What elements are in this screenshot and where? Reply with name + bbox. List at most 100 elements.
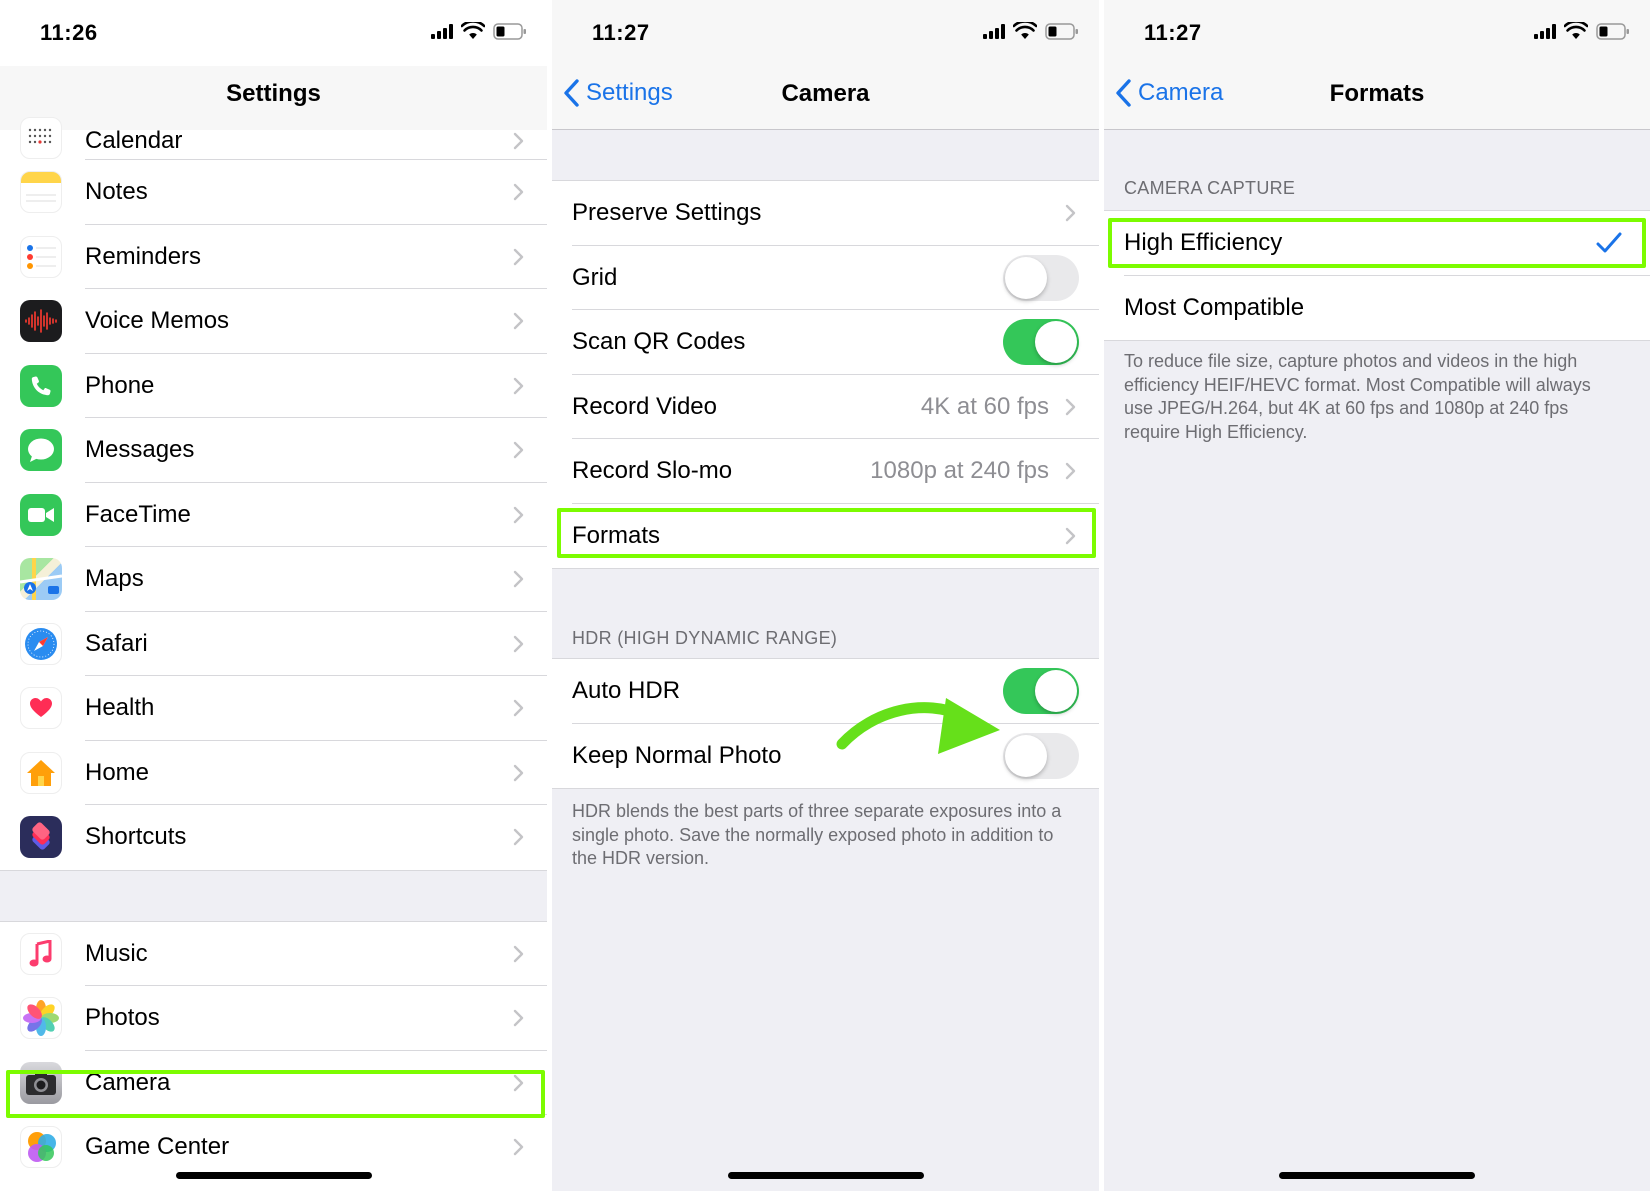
- camera-navbar: Settings Camera: [552, 66, 1099, 130]
- status-bar: 11:26: [0, 0, 547, 70]
- settings-item-phone[interactable]: Phone: [0, 354, 547, 418]
- settings-item-safari[interactable]: Safari: [0, 612, 547, 676]
- most-compatible-option[interactable]: Most Compatible: [1104, 276, 1650, 341]
- chevron-right-icon: [513, 1139, 524, 1156]
- health-icon: [20, 687, 62, 730]
- chevron-right-icon: [513, 829, 524, 846]
- page-title: Camera: [781, 80, 870, 107]
- preserve-settings-row[interactable]: Preserve Settings: [552, 181, 1099, 246]
- settings-item-home[interactable]: Home: [0, 741, 547, 805]
- hdr-group: Auto HDR Keep Normal Photo: [552, 658, 1099, 789]
- status-time: 11:27: [592, 20, 650, 45]
- chevron-right-icon: [1065, 398, 1076, 415]
- chevron-right-icon: [513, 700, 524, 717]
- settings-item-voice-memos[interactable]: Voice Memos: [0, 289, 547, 354]
- settings-item-label: Health: [85, 694, 155, 722]
- checkmark-icon: [1596, 232, 1622, 253]
- chevron-right-icon: [513, 1074, 524, 1091]
- high-efficiency-option[interactable]: High Efficiency: [1104, 211, 1650, 276]
- chevron-right-icon: [513, 377, 524, 394]
- settings-list: Calendar Notes Reminders Voice Memos Pho…: [0, 117, 547, 1180]
- auto-hdr-row: Auto HDR: [552, 659, 1099, 724]
- settings-item-label: Reminders: [85, 242, 202, 270]
- messages-icon: [20, 429, 62, 472]
- settings-item-reminders[interactable]: Reminders: [0, 225, 547, 289]
- battery-icon: [493, 22, 527, 40]
- chevron-right-icon: [513, 184, 524, 201]
- settings-item-label: Camera: [85, 1068, 171, 1096]
- chevron-right-icon: [513, 442, 524, 459]
- wifi-icon: [461, 22, 485, 40]
- formats-row[interactable]: Formats: [552, 504, 1099, 569]
- notes-icon: [20, 171, 62, 214]
- settings-item-label: Home: [85, 758, 150, 786]
- settings-item-facetime[interactable]: FaceTime: [0, 483, 547, 547]
- settings-item-label: Notes: [85, 178, 148, 206]
- chevron-right-icon: [513, 635, 524, 652]
- row-label: Scan QR Codes: [572, 328, 746, 356]
- home-indicator: [1279, 1172, 1475, 1179]
- status-icons: [1534, 22, 1630, 40]
- formats-navbar: Camera Formats: [1104, 66, 1650, 130]
- row-value: 4K at 60 fps: [920, 392, 1049, 420]
- row-label: Auto HDR: [572, 677, 681, 705]
- settings-item-photos[interactable]: Photos: [0, 986, 547, 1051]
- status-bar: 11:27: [1104, 0, 1650, 70]
- record-slomo-row[interactable]: Record Slo-mo 1080p at 240 fps: [552, 439, 1099, 504]
- settings-item-camera[interactable]: Camera: [0, 1051, 547, 1115]
- settings-item-label: Voice Memos: [85, 307, 230, 335]
- settings-item-label: Music: [85, 939, 148, 967]
- settings-item-notes[interactable]: Notes: [0, 160, 547, 225]
- reminders-icon: [20, 235, 62, 278]
- settings-item-messages[interactable]: Messages: [0, 418, 547, 483]
- shortcuts-icon: [20, 816, 62, 859]
- settings-item-label: FaceTime: [85, 500, 191, 528]
- status-icons: [431, 22, 527, 40]
- music-icon: [20, 932, 62, 975]
- chevron-right-icon: [513, 132, 524, 149]
- chevron-right-icon: [1065, 527, 1076, 544]
- section-gap: [0, 869, 547, 922]
- grid-row: Grid: [552, 246, 1099, 310]
- settings-item-label: Photos: [85, 1004, 160, 1032]
- settings-item-label: Maps: [85, 565, 144, 593]
- battery-icon: [1045, 22, 1079, 40]
- keep-normal-photo-toggle[interactable]: [1003, 732, 1079, 779]
- settings-item-health[interactable]: Health: [0, 676, 547, 741]
- record-video-row[interactable]: Record Video 4K at 60 fps: [552, 375, 1099, 439]
- formats-screen: 11:27 Camera Formats CAMERA CAPTURE High…: [1104, 0, 1650, 1191]
- page-title: Settings: [226, 80, 321, 107]
- page-title: Formats: [1329, 80, 1425, 107]
- camera-capture-group: High Efficiency Most Compatible: [1104, 210, 1650, 341]
- game-center-icon: [20, 1126, 62, 1169]
- chevron-right-icon: [513, 1010, 524, 1027]
- settings-item-maps[interactable]: Maps: [0, 547, 547, 612]
- phone-icon: [20, 364, 62, 407]
- auto-hdr-toggle[interactable]: [1003, 668, 1079, 715]
- hdr-section-header: HDR (HIGH DYNAMIC RANGE): [572, 628, 838, 648]
- chevron-right-icon: [513, 248, 524, 265]
- camera-settings-group: Preserve Settings Grid Scan QR Codes Rec…: [552, 180, 1099, 569]
- chevron-right-icon: [513, 764, 524, 781]
- row-label: Grid: [572, 263, 618, 291]
- settings-item-label: Game Center: [85, 1133, 230, 1161]
- arrow-annotation-icon: [836, 698, 1000, 754]
- grid-toggle[interactable]: [1003, 254, 1079, 301]
- scan-qr-toggle[interactable]: [1003, 319, 1079, 366]
- option-label: High Efficiency: [1124, 229, 1283, 257]
- settings-item-calendar[interactable]: Calendar: [0, 117, 547, 160]
- facetime-icon: [20, 493, 62, 536]
- settings-item-music[interactable]: Music: [0, 922, 547, 986]
- safari-icon: [20, 622, 62, 665]
- status-time: 11:26: [40, 20, 98, 45]
- photos-icon: [20, 997, 62, 1040]
- option-label: Most Compatible: [1124, 293, 1305, 321]
- home-indicator: [175, 1172, 372, 1179]
- row-label: Record Video: [572, 392, 717, 420]
- wifi-icon: [1013, 22, 1037, 40]
- home-indicator: [727, 1172, 924, 1179]
- settings-item-shortcuts[interactable]: Shortcuts: [0, 805, 547, 870]
- wifi-icon: [1564, 22, 1588, 40]
- settings-item-game-center[interactable]: Game Center: [0, 1115, 547, 1180]
- cellular-signal-icon: [1534, 23, 1556, 39]
